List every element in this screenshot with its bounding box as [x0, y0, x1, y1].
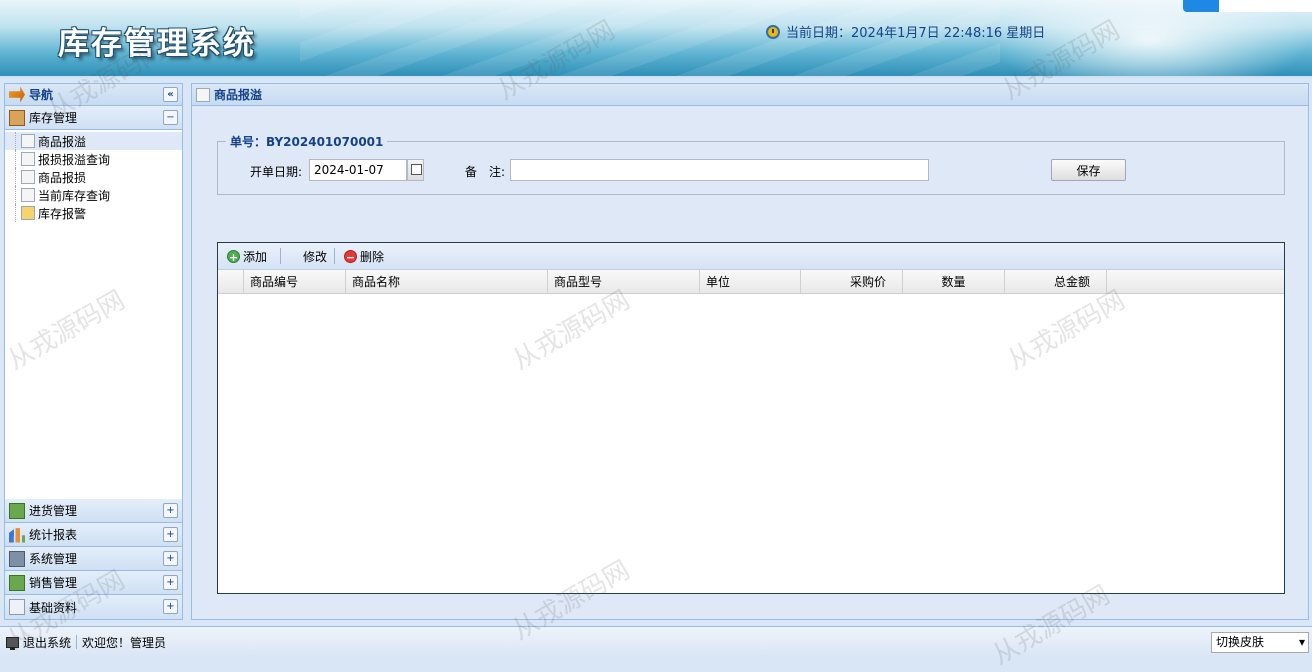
expand-section-button[interactable]: + [163, 551, 178, 566]
sales-icon [9, 574, 25, 591]
clock-icon [766, 24, 780, 39]
save-button[interactable]: 保存 [1051, 159, 1126, 181]
app-title: 库存管理系统 [58, 26, 256, 62]
box-icon [9, 109, 25, 126]
column-header[interactable]: 总金额 [1005, 270, 1107, 294]
tree-item-label: 商品报损 [38, 170, 87, 185]
toolbar-separator [334, 248, 336, 264]
nav-header: 导航 « [5, 84, 182, 106]
tree-item-label: 商品报溢 [38, 134, 87, 149]
corner-badge [1183, 0, 1312, 12]
section-inventory[interactable]: 库存管理 − [5, 106, 182, 130]
column-header[interactable]: 采购价 [801, 270, 903, 294]
add-button[interactable]: + 添加 [224, 246, 270, 267]
delete-button[interactable]: − 删除 [341, 246, 387, 267]
remark-field[interactable] [510, 159, 929, 181]
tree-item-loss-overflow-query[interactable]: 报损报溢查询 [5, 150, 182, 168]
row-number-column [218, 270, 244, 294]
page-add-icon [196, 87, 210, 102]
calendar-icon[interactable] [407, 159, 424, 181]
page-search-icon [21, 152, 35, 166]
tree-item-label: 库存报警 [38, 206, 87, 221]
purchase-icon [9, 502, 25, 519]
section-label: 库存管理 [29, 111, 78, 125]
collapse-section-button[interactable]: − [163, 110, 178, 125]
section-label: 系统管理 [29, 552, 78, 566]
tree-item-overflow[interactable]: 商品报溢 [5, 132, 182, 150]
section-label: 销售管理 [29, 576, 78, 590]
expand-section-button[interactable]: + [163, 527, 178, 542]
section-label: 基础资料 [29, 600, 78, 615]
section-reports[interactable]: 统计报表 + [5, 523, 182, 547]
status-bar: 退出系统 欢迎您！管理员 切换皮肤 [0, 626, 1312, 657]
grid-header: 商品编号 商品名称 商品型号 单位 采购价 数量 总金额 [218, 270, 1284, 294]
tree-item-label: 当前库存查询 [38, 188, 111, 203]
database-icon [21, 188, 35, 202]
main-panel: 商品报溢 单号：BY202401070001 开单日期: 备 注: 保存 + 添… [191, 83, 1309, 620]
add-icon: + [227, 249, 240, 264]
section-label: 统计报表 [29, 528, 78, 542]
items-grid: + 添加 修改 − 删除 商品编号 商品名称 商品型号 单位 采购价 数量 总金… [217, 242, 1285, 594]
status-separator [76, 635, 78, 649]
toolbar-separator [280, 248, 282, 264]
logout-link[interactable]: 退出系统 [23, 634, 71, 651]
section-purchase[interactable]: 进货管理 + [5, 499, 182, 523]
expand-section-button[interactable]: + [163, 503, 178, 518]
delete-label: 删除 [360, 249, 385, 264]
collapse-nav-button[interactable]: « [163, 87, 178, 102]
tree-item-stock-alarm[interactable]: 库存报警 [5, 204, 182, 222]
signpost-icon [9, 86, 25, 103]
order-form: 单号：BY202401070001 开单日期: 备 注: 保存 [217, 133, 1285, 195]
column-header[interactable]: 商品名称 [346, 270, 548, 294]
expand-section-button[interactable]: + [163, 599, 178, 614]
section-basic-data[interactable]: 基础资料 + [5, 595, 182, 619]
monitor-icon [6, 636, 19, 650]
tree-item-stock-query[interactable]: 当前库存查询 [5, 186, 182, 204]
welcome-text: 欢迎您！管理员 [82, 635, 167, 650]
main-panel-header: 商品报溢 [192, 84, 1308, 106]
column-header[interactable]: 数量 [903, 270, 1005, 294]
order-number: 单号：BY202401070001 [226, 133, 388, 150]
datetime-text: 当前日期：2024年1月7日 22:48:16 星期日 [786, 26, 1046, 41]
inventory-tree: 商品报溢 报损报溢查询 商品报损 当前库存查询 库存报警 [5, 130, 182, 222]
section-system[interactable]: 系统管理 + [5, 547, 182, 571]
system-icon [9, 550, 25, 567]
add-label: 添加 [243, 249, 268, 264]
panel-title: 商品报溢 [214, 88, 263, 102]
section-sales[interactable]: 销售管理 + [5, 571, 182, 595]
edit-button[interactable]: 修改 [287, 246, 330, 267]
document-icon [9, 599, 25, 615]
chart-icon [9, 528, 25, 543]
remark-label: 备 注: [465, 165, 506, 179]
page-add-icon [21, 134, 35, 148]
expand-section-button[interactable]: + [163, 575, 178, 590]
navigation-panel: 导航 « 库存管理 − 商品报溢 报损报溢查询 商品报损 当前库存查询 库存报警 [4, 83, 183, 620]
app-header: 库存管理系统 当前日期：2024年1月7日 22:48:16 星期日 [0, 0, 1312, 78]
current-datetime: 当前日期：2024年1月7日 22:48:16 星期日 [766, 22, 1045, 41]
skin-select[interactable]: 切换皮肤 [1211, 632, 1309, 653]
edit-label: 修改 [303, 249, 328, 264]
page-remove-icon [21, 170, 35, 184]
date-label: 开单日期: [250, 165, 303, 179]
nav-title: 导航 [29, 88, 54, 102]
date-field[interactable] [309, 159, 407, 181]
column-header[interactable]: 商品编号 [244, 270, 346, 294]
tree-item-label: 报损报溢查询 [38, 152, 111, 167]
grid-toolbar: + 添加 修改 − 删除 [218, 243, 1284, 270]
collapsed-sections: 进货管理 + 统计报表 + 系统管理 + 销售管理 + 基础资料 + [5, 499, 182, 619]
section-label: 进货管理 [29, 504, 78, 518]
tree-item-loss[interactable]: 商品报损 [5, 168, 182, 186]
alarm-icon [21, 206, 35, 220]
column-header[interactable]: 单位 [700, 270, 801, 294]
delete-icon: − [344, 249, 358, 264]
column-header[interactable]: 商品型号 [548, 270, 700, 294]
